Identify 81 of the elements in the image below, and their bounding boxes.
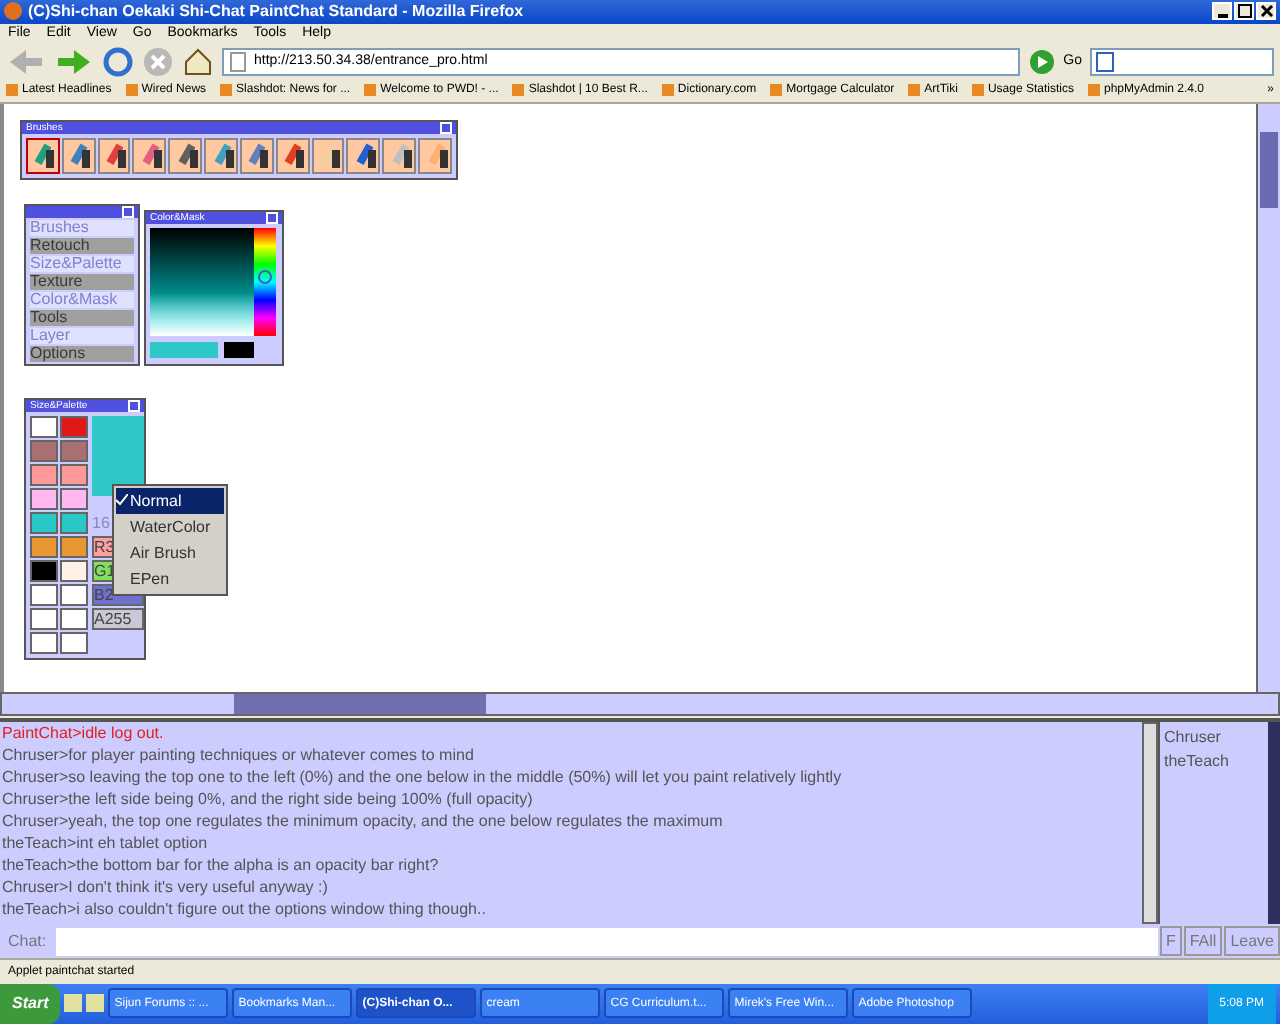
go-icon[interactable] — [1027, 47, 1056, 76]
close-icon[interactable] — [122, 205, 134, 218]
menu-option[interactable]: Air Brush — [116, 539, 224, 566]
color-swatch[interactable] — [60, 511, 88, 534]
restore-button[interactable] — [1234, 2, 1254, 21]
brush-tool-icon[interactable] — [168, 137, 203, 174]
menu-option[interactable]: WaterColor — [116, 513, 224, 540]
minimize-button[interactable] — [1212, 2, 1232, 21]
horizontal-scrollbar[interactable] — [0, 691, 1280, 716]
color-swatch[interactable] — [30, 607, 58, 630]
color-swatch[interactable] — [60, 583, 88, 606]
hue-slider[interactable] — [254, 227, 276, 336]
palette-menu-item[interactable]: Retouch — [30, 237, 134, 254]
color-gradient-picker[interactable] — [150, 227, 254, 336]
mask-color-swatch — [224, 341, 254, 358]
chat-message: Chruser>the left side being 0%, and the right side being 100% (full opacity) — [2, 787, 535, 810]
color-swatch[interactable] — [30, 535, 58, 558]
color-swatch[interactable] — [60, 535, 88, 558]
brush-tool-icon[interactable] — [132, 137, 167, 174]
current-color-swatch — [150, 341, 218, 358]
color-swatch[interactable] — [60, 607, 88, 630]
color-preview — [92, 415, 144, 496]
chat-message: Chruser>yeah, the top one regulates the minimum opacity, and the one below regulates the maximum — [2, 809, 725, 832]
color-swatch[interactable] — [30, 511, 58, 534]
chat-message: Chruser>so leaving the top one to the left (0%) and the one below in the middle (50%) will let you paint relatively lightly — [2, 765, 844, 788]
color-swatch[interactable] — [60, 487, 88, 510]
palette-menu-item[interactable]: Options — [30, 345, 134, 362]
menu-option[interactable]: Normal — [116, 487, 224, 514]
close-button[interactable] — [1256, 2, 1276, 21]
color-swatch[interactable] — [30, 415, 58, 438]
check-icon — [116, 494, 128, 507]
brush-tool-icon[interactable] — [311, 137, 345, 174]
chat-scrollbar[interactable] — [1142, 721, 1158, 925]
color-swatch[interactable] — [60, 631, 88, 654]
chat-label: Chat: — [6, 932, 49, 951]
palette-menu-item[interactable]: Texture — [30, 273, 134, 290]
close-icon[interactable] — [440, 121, 452, 134]
hue-slider-thumb[interactable] — [258, 270, 272, 285]
color-swatch[interactable] — [30, 559, 58, 582]
brush-tool-icon[interactable] — [346, 137, 381, 174]
chat-message: theTeach>i also couldn't figure out the options window thing though.. — [2, 897, 488, 920]
firefox-icon — [4, 2, 22, 21]
window-title: (C)Shi-chan Oekaki Shi-Chat PaintChat Standard - Mozilla Firefox — [28, 2, 526, 21]
home-icon[interactable] — [182, 45, 214, 78]
palette-menu-item[interactable]: Tools — [30, 309, 134, 326]
brush-tool-icon[interactable] — [204, 137, 238, 174]
chat-message: PaintChat>idle log out. — [2, 721, 166, 744]
brush-tool-icon[interactable] — [61, 137, 96, 174]
brush-tool-icon[interactable] — [382, 137, 417, 174]
close-icon — [1259, 4, 1273, 19]
color-swatch[interactable] — [30, 487, 58, 510]
user-name[interactable]: theTeach — [1164, 749, 1264, 774]
color-swatch[interactable] — [60, 415, 88, 438]
search-field[interactable] — [1090, 47, 1274, 76]
color-swatch[interactable] — [60, 463, 88, 486]
brush-tool-icon[interactable] — [275, 137, 310, 174]
close-icon[interactable] — [128, 399, 140, 412]
page-icon — [230, 51, 246, 72]
reload-icon[interactable] — [102, 45, 134, 78]
brush-tool-icon[interactable] — [239, 137, 274, 174]
color-swatch[interactable] — [60, 559, 88, 582]
chat-message: theTeach>int eh tablet option — [2, 831, 210, 854]
chat-message: Chruser>I don't think it's very useful anyway :) — [2, 875, 330, 898]
color-swatch[interactable] — [30, 439, 58, 462]
vertical-scrollbar[interactable] — [1256, 103, 1280, 692]
close-icon[interactable] — [266, 211, 278, 224]
brush-tool-icon[interactable] — [418, 137, 452, 174]
start-button[interactable]: Start — [0, 983, 61, 1024]
color-swatch[interactable] — [30, 631, 58, 654]
search-engine-icon — [1096, 51, 1114, 72]
brush-tool-icon[interactable] — [97, 137, 131, 174]
brush-tool-icon[interactable] — [26, 137, 60, 174]
color-swatch[interactable] — [60, 439, 88, 462]
color-swatch[interactable] — [30, 463, 58, 486]
chat-message: Chruser>for player painting techniques or whatever comes to mind — [2, 743, 476, 766]
channel-value[interactable]: A255 — [92, 607, 144, 630]
color-swatch[interactable] — [30, 583, 58, 606]
chat-input[interactable] — [56, 927, 1158, 956]
chat-message: theTeach>the bottom bar for the alpha is an opacity bar right? — [2, 853, 441, 876]
user-name[interactable]: Chruser — [1164, 725, 1264, 750]
menu-option[interactable]: EPen — [116, 565, 224, 592]
